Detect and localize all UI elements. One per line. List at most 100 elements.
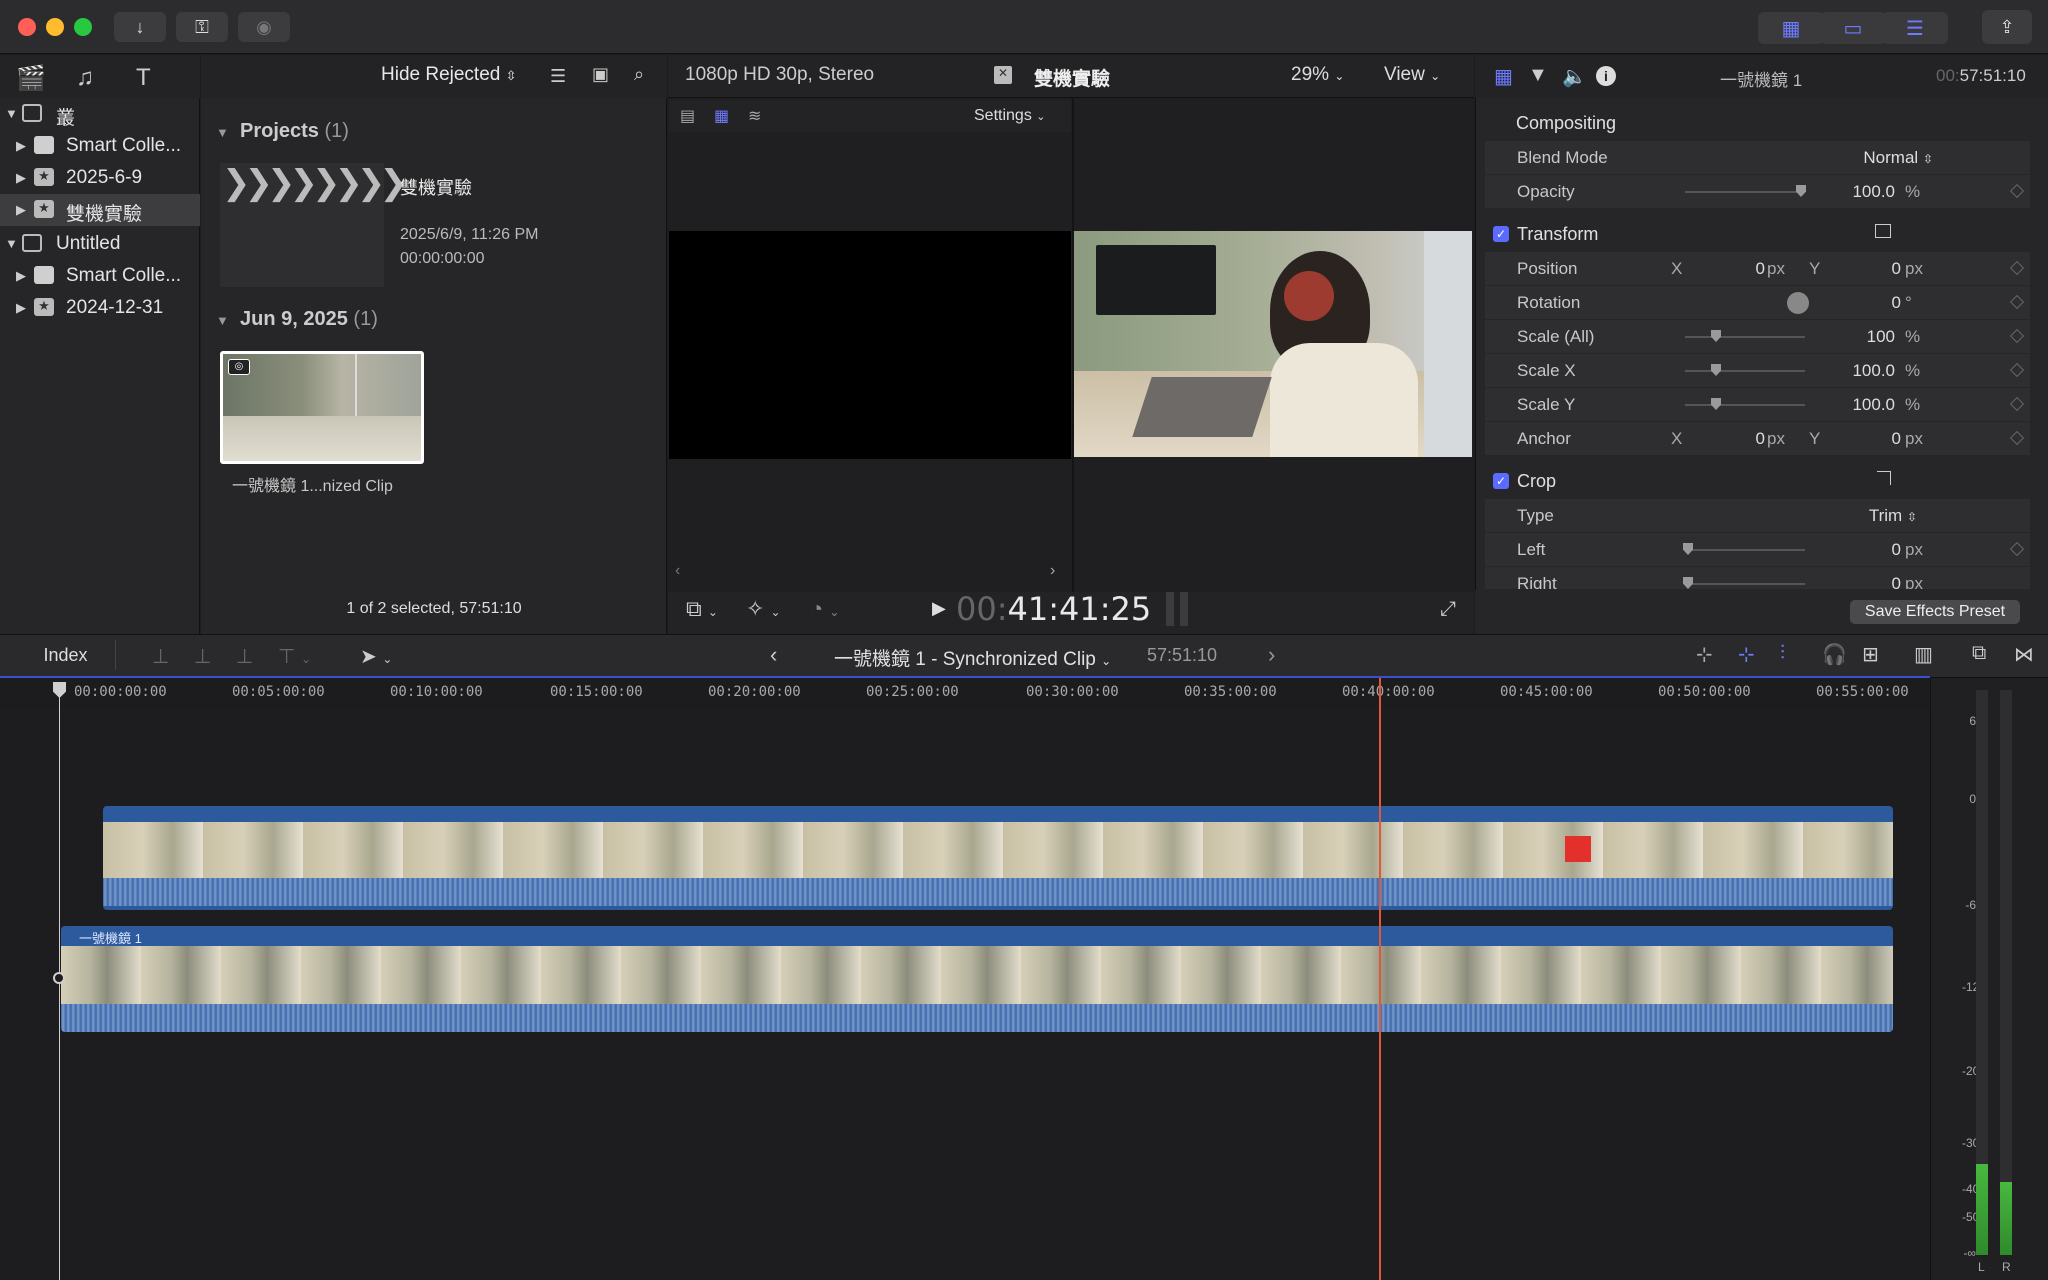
video-audio-switch-icon[interactable]: ▤ [680,106,695,126]
solo-icon[interactable]: ⫶ [1780,642,1785,665]
select-tool-icon[interactable]: ➤ ⌄ [360,644,392,669]
headphones-icon[interactable]: 🎧 [1822,642,1847,667]
compositing-header[interactable]: Compositing [1516,113,1616,134]
timeline-index-button[interactable]: Index [16,640,116,670]
libraries-icon[interactable]: 🎬 [16,64,46,93]
sidebar-item-library-untitled[interactable]: ▼ Untitled [0,228,200,260]
anchor-x-value[interactable]: 0 [1745,429,1765,449]
crop-right-slider-knob[interactable] [1683,577,1693,589]
enhance-magic-wand-icon[interactable]: ✧ ⌄ [746,596,781,622]
timeline-clip-title-popup[interactable]: 一號機鏡 1 - Synchronized Clip ⌄ [834,644,1111,671]
chevron-right-icon[interactable]: › [1050,562,1055,580]
snapping-icon[interactable]: ⊞ [1862,642,1879,667]
transform-checkbox[interactable]: ✓ [1493,226,1509,242]
crop-left-value[interactable]: 0 [1875,540,1901,560]
zoom-window-button[interactable] [74,18,92,36]
anchor-y-value[interactable]: 0 [1881,429,1901,449]
crop-onscreen-control-icon[interactable] [1877,471,1891,485]
rotation-dial[interactable] [1787,292,1809,314]
position-y-value[interactable]: 0 [1881,259,1901,279]
rotation-value[interactable]: 0 [1875,293,1901,313]
transform-header-row[interactable]: ✓ Transform [1485,218,2030,251]
crop-right-slider[interactable] [1685,583,1805,585]
crop-checkbox[interactable]: ✓ [1493,473,1509,489]
audio-skimming-icon[interactable]: ⊹ [1738,642,1755,667]
blend-mode-popup[interactable]: Normal ⇳ [1833,148,1933,168]
minimize-window-button[interactable] [46,18,64,36]
playhead[interactable] [1379,678,1381,1280]
keyframe-icon[interactable] [2009,294,2025,310]
angle-1-black-frame[interactable] [669,231,1071,459]
crop-right-value[interactable]: 0 [1875,574,1901,589]
scale-all-slider[interactable] [1685,336,1805,338]
audio-inspector-icon[interactable]: 🔈 [1562,64,1587,89]
keyframe-icon[interactable] [2009,396,2025,412]
sidebar-item-library-1[interactable]: ▼ 叢 [0,98,200,130]
search-icon[interactable]: ⌕ [634,64,644,85]
close-window-button[interactable] [18,18,36,36]
view-popup[interactable]: View ⌄ [1384,64,1440,86]
scale-x-value[interactable]: 100.0 [1835,361,1895,381]
scale-x-slider[interactable] [1685,370,1805,372]
titles-generators-icon[interactable]: T [136,64,151,92]
play-icon[interactable]: ▶ [932,598,946,619]
sidebar-item-event-2025-6-9[interactable]: ▶ ★ 2025-6-9 [0,162,200,194]
video-inspector-icon[interactable]: ▦ [1494,64,1513,89]
toggle-inspector-button[interactable]: ☰ [1882,12,1948,44]
date-section-header[interactable]: ▼ Jun 9, 2025 (1) [216,308,378,331]
scale-all-value[interactable]: 100 [1845,327,1895,347]
playhead-timecode[interactable]: 00:41:41:25 [956,590,1151,628]
keyframe-icon[interactable] [2009,183,2025,199]
skimming-icon[interactable]: ⊹ [1696,642,1713,667]
background-tasks-button[interactable]: ◉ [238,12,290,42]
scale-y-value[interactable]: 100.0 [1835,395,1895,415]
opacity-slider[interactable] [1685,191,1805,193]
sidebar-item-event-selected[interactable]: ▶ ★ 雙機實驗 [0,194,200,226]
opacity-slider-knob[interactable] [1796,185,1806,197]
keyframe-icon[interactable] [2009,328,2025,344]
connect-clip-icon[interactable]: ⊥ [152,644,169,669]
video-only-switch-icon[interactable]: ▦ [714,106,729,126]
connected-clip[interactable] [103,806,1893,910]
transform-tool-icon[interactable]: ⧉ ⌄ [686,596,718,622]
filter-popup[interactable]: Hide Rejected ⇳ [381,64,517,86]
zoom-popup[interactable]: 29% ⌄ [1291,64,1344,86]
crop-type-popup[interactable]: Trim ⇳ [1857,506,1917,526]
angle-settings-popup[interactable]: Settings ⌄ [974,107,1045,125]
projects-section-header[interactable]: ▼ Projects (1) [216,120,349,143]
filmstrip-icon[interactable]: ▣ [592,64,609,85]
primary-storyline-clip[interactable]: 一號機鏡 1 [61,926,1893,1032]
scale-all-slider-knob[interactable] [1711,330,1721,342]
scale-y-slider-knob[interactable] [1711,398,1721,410]
insert-clip-icon[interactable]: ⊥ [194,644,211,669]
share-button[interactable]: ⇪ [1982,10,2032,44]
toggle-browser-button[interactable]: ▦ [1758,12,1824,44]
scale-x-slider-knob[interactable] [1711,364,1721,376]
list-view-icon[interactable]: ☰ [550,66,566,87]
keyframe-icon[interactable] [2009,260,2025,276]
history-forward-icon[interactable]: › [1268,642,1275,668]
retime-speed-icon[interactable]: ◔ ⌄ [810,596,839,622]
scale-y-slider[interactable] [1685,404,1805,406]
project-thumbnail[interactable]: ❯❯❯❯❯❯❯❯ [220,163,408,287]
keyframe-icon[interactable] [2009,362,2025,378]
import-button[interactable]: ↓ [114,12,166,42]
crop-left-slider-knob[interactable] [1683,543,1693,555]
keyframe-icon[interactable] [2009,430,2025,446]
keyframe-icon[interactable] [2009,541,2025,557]
sidebar-item-smart-collections-2[interactable]: ▶ Smart Colle... [0,260,200,292]
append-clip-icon[interactable]: ⊥ [236,644,253,669]
effects-browser-icon[interactable]: ⧉ [1972,642,1986,665]
fullscreen-icon[interactable]: ⤢ [1440,598,1456,621]
transform-onscreen-control-icon[interactable] [1875,224,1891,238]
overwrite-clip-icon[interactable]: ⊤ ⌄ [278,644,311,669]
opacity-value[interactable]: 100.0 [1835,182,1895,202]
crop-header-row[interactable]: ✓ Crop [1485,465,2030,498]
chevron-left-icon[interactable]: ‹ [675,562,680,580]
position-x-value[interactable]: 0 [1745,259,1765,279]
keyword-button[interactable]: ⚿ [176,12,228,42]
sidebar-item-smart-collections-1[interactable]: ▶ Smart Colle... [0,130,200,162]
toggle-timeline-button[interactable]: ▭ [1820,12,1886,44]
sidebar-item-event-2024-12-31[interactable]: ▶ ★ 2024-12-31 [0,292,200,324]
viewer-video-frame[interactable] [1074,231,1472,457]
